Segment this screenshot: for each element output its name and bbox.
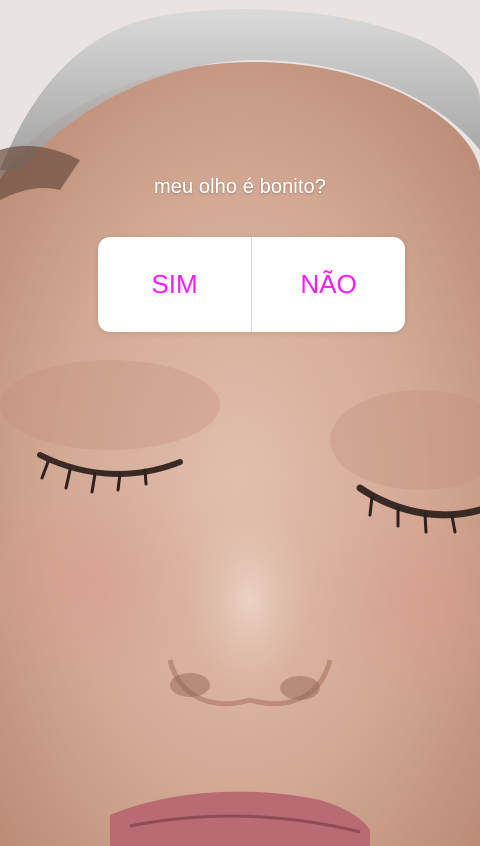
poll-option-no[interactable]: NÃO [252,237,405,332]
poll-option-yes[interactable]: SIM [98,237,251,332]
face-photo-image [0,0,480,846]
poll-question: meu olho é bonito? [154,176,326,198]
story-photo [0,0,480,846]
poll-sticker: SIM NÃO [98,237,405,332]
